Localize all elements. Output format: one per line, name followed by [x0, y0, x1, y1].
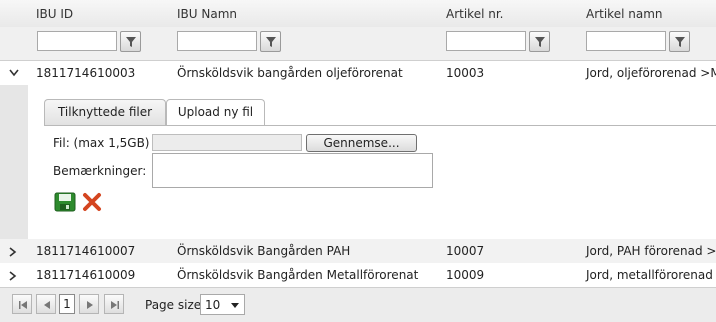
- cell-ibu-namn: Örnsköldsvik bangården oljeförorenat: [177, 66, 403, 80]
- filter-button-artikel-namn[interactable]: [669, 31, 690, 52]
- filter-input-artikel-nr[interactable]: [446, 31, 526, 51]
- filter-icon: [266, 37, 276, 47]
- first-page-icon: [19, 301, 27, 309]
- save-button[interactable]: [54, 192, 76, 212]
- last-page-icon: [111, 301, 119, 309]
- filter-row: [0, 27, 716, 61]
- page-size-select[interactable]: 10: [200, 294, 245, 315]
- file-path-field[interactable]: [152, 134, 302, 151]
- table-row[interactable]: 1811714610007 Örnsköldsvik Bangården PAH…: [0, 239, 716, 263]
- cell-artikel-nr: 10009: [446, 268, 485, 282]
- column-header-artikel-nr[interactable]: Artikel nr.: [446, 7, 504, 21]
- cell-artikel-namn: Jord, oljeförorenad >MKI: [586, 66, 716, 80]
- cell-ibu-namn: Örnsköldsvik Bangården Metallförorenat: [177, 268, 419, 282]
- filter-button-ibu-namn[interactable]: [260, 31, 281, 52]
- page-size-value: 10: [205, 298, 221, 312]
- current-page-number[interactable]: 1: [59, 294, 75, 314]
- first-page-button[interactable]: [12, 294, 32, 314]
- cell-artikel-nr: 10007: [446, 244, 485, 258]
- last-page-button[interactable]: [104, 294, 124, 314]
- filter-input-ibu-namn[interactable]: [177, 31, 257, 51]
- filter-icon: [535, 37, 545, 47]
- filter-icon: [126, 37, 136, 47]
- cell-artikel-namn: Jord, PAH förorenad >M: [586, 244, 716, 258]
- prev-page-icon: [44, 301, 50, 309]
- table-row[interactable]: 1811714610009 Örnsköldsvik Bangården Met…: [0, 263, 716, 287]
- pager: 1 Page size: 10: [0, 287, 716, 322]
- tab-tilknyttede-filer[interactable]: Tilknyttede filer: [44, 99, 166, 125]
- notes-textarea[interactable]: [152, 153, 433, 188]
- chevron-down-icon: [9, 69, 19, 77]
- browse-button[interactable]: Gennemse...: [306, 134, 417, 152]
- cell-ibu-id: 1811714610003: [36, 66, 136, 80]
- column-header-ibu-id[interactable]: IBU ID: [36, 7, 73, 21]
- chevron-right-icon: [9, 271, 17, 281]
- next-page-icon: [87, 301, 93, 309]
- detail-indent: [0, 85, 28, 239]
- tab-divider: [44, 125, 716, 126]
- notes-label: Bemærkninger:: [53, 164, 147, 178]
- cancel-button[interactable]: [82, 192, 102, 212]
- filter-input-ibu-id[interactable]: [37, 31, 117, 51]
- filter-button-ibu-id[interactable]: [120, 31, 141, 52]
- row-expander[interactable]: [0, 263, 28, 287]
- chevron-right-icon: [9, 247, 17, 257]
- column-header-artikel-namn[interactable]: Artikel namn: [586, 7, 663, 21]
- row-expander[interactable]: [0, 61, 28, 85]
- column-header-ibu-namn[interactable]: IBU Namn: [177, 7, 237, 21]
- filter-input-artikel-namn[interactable]: [586, 31, 666, 51]
- prev-page-button[interactable]: [36, 294, 56, 314]
- next-page-button[interactable]: [79, 294, 99, 314]
- filter-icon: [675, 37, 685, 47]
- cell-artikel-namn: Jord, metallförorenad >M: [586, 268, 716, 282]
- cell-ibu-namn: Örnsköldsvik Bangården PAH: [177, 244, 351, 258]
- data-grid: IBU ID IBU Namn Artikel nr. Artikel namn…: [0, 0, 716, 322]
- file-label: Fil: (max 1,5GB): [53, 136, 150, 150]
- row-expander[interactable]: [0, 239, 28, 263]
- dropdown-arrow-icon: [231, 303, 239, 308]
- tab-upload-ny-fil[interactable]: Upload ny fil: [166, 99, 265, 126]
- table-row[interactable]: 1811714610003 Örnsköldsvik bangården olj…: [0, 61, 716, 85]
- cell-artikel-nr: 10003: [446, 66, 485, 80]
- save-icon: [54, 192, 76, 212]
- grid-header: IBU ID IBU Namn Artikel nr. Artikel namn: [0, 0, 716, 28]
- cell-ibu-id: 1811714610007: [36, 244, 136, 258]
- close-icon: [83, 193, 101, 211]
- cell-ibu-id: 1811714610009: [36, 268, 136, 282]
- filter-button-artikel-nr[interactable]: [529, 31, 550, 52]
- page-size-label: Page size:: [145, 298, 206, 312]
